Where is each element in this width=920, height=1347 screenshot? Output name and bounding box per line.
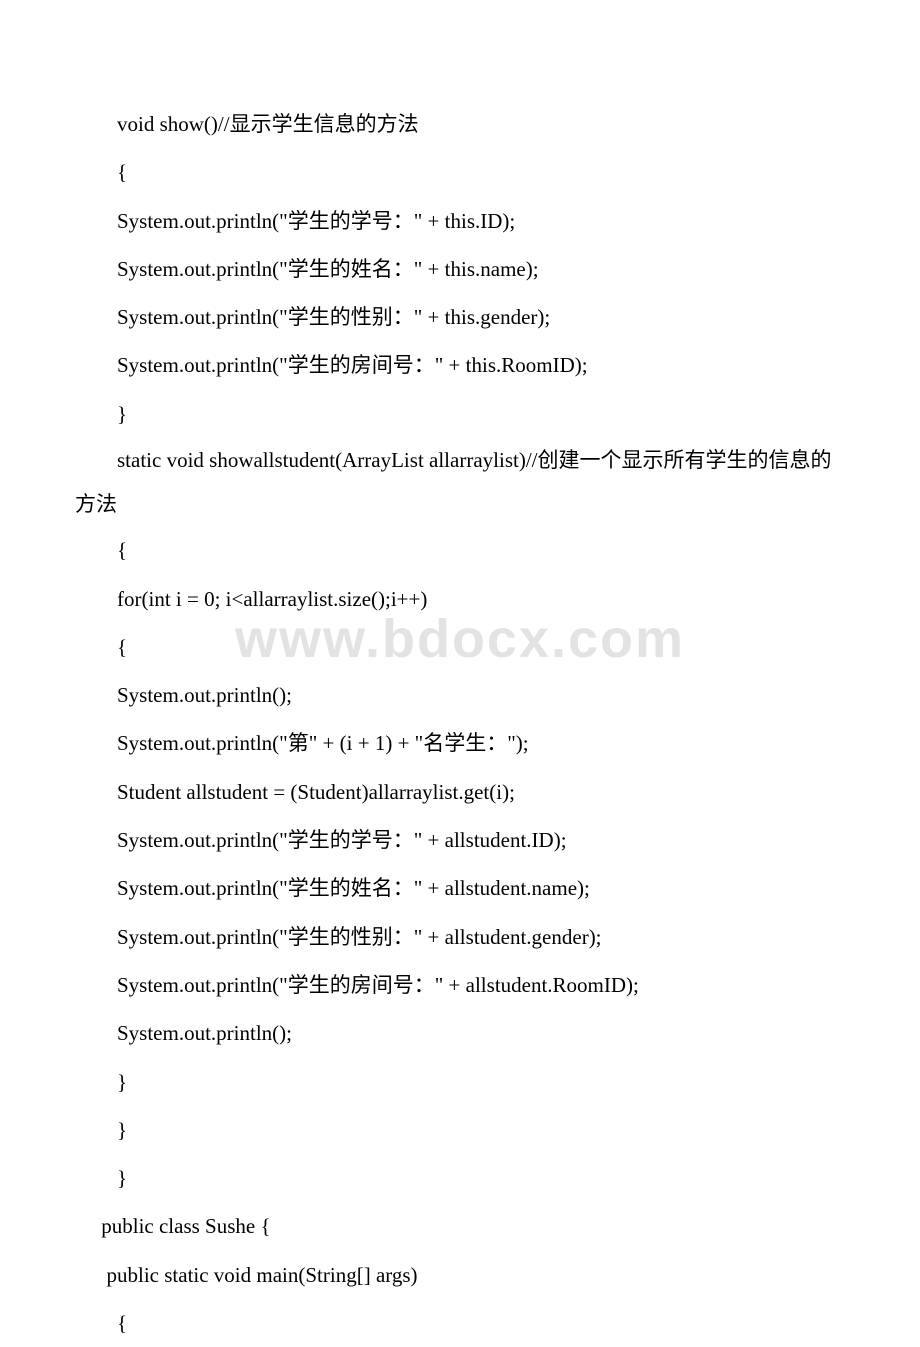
code-line: System.out.println("第" + (i + 1) + "名学生：… (75, 719, 845, 767)
code-line: Student allstudent = (Student)allarrayli… (75, 768, 845, 816)
code-line: System.out.println("学生的学号：" + this.ID); (75, 197, 845, 245)
code-line: { (75, 1299, 845, 1347)
code-line: static void showallstudent(ArrayList all… (75, 438, 845, 526)
code-line: System.out.println(); (75, 671, 845, 719)
code-line: System.out.println(); (75, 1009, 845, 1057)
code-line: } (75, 1106, 845, 1154)
code-line: } (75, 1154, 845, 1202)
code-line: { (75, 623, 845, 671)
code-line: public class Sushe { (75, 1202, 845, 1250)
code-line: } (75, 1058, 845, 1106)
code-line: public static void main(String[] args) (75, 1251, 845, 1299)
code-line: System.out.println("学生的房间号：" + allstuden… (75, 961, 845, 1009)
code-line: System.out.println("学生的房间号：" + this.Room… (75, 341, 845, 389)
document-content: void show()//显示学生信息的方法 { System.out.prin… (75, 100, 845, 1347)
code-line: System.out.println("学生的姓名：" + this.name)… (75, 245, 845, 293)
code-line: System.out.println("学生的性别：" + allstudent… (75, 913, 845, 961)
code-line: void show()//显示学生信息的方法 (75, 100, 845, 148)
code-line: } (75, 390, 845, 438)
code-line: { (75, 526, 845, 574)
code-line: System.out.println("学生的性别：" + this.gende… (75, 293, 845, 341)
code-line: { (75, 148, 845, 196)
code-line: for(int i = 0; i<allarraylist.size();i++… (75, 575, 845, 623)
code-line: System.out.println("学生的学号：" + allstudent… (75, 816, 845, 864)
code-line: System.out.println("学生的姓名：" + allstudent… (75, 864, 845, 912)
